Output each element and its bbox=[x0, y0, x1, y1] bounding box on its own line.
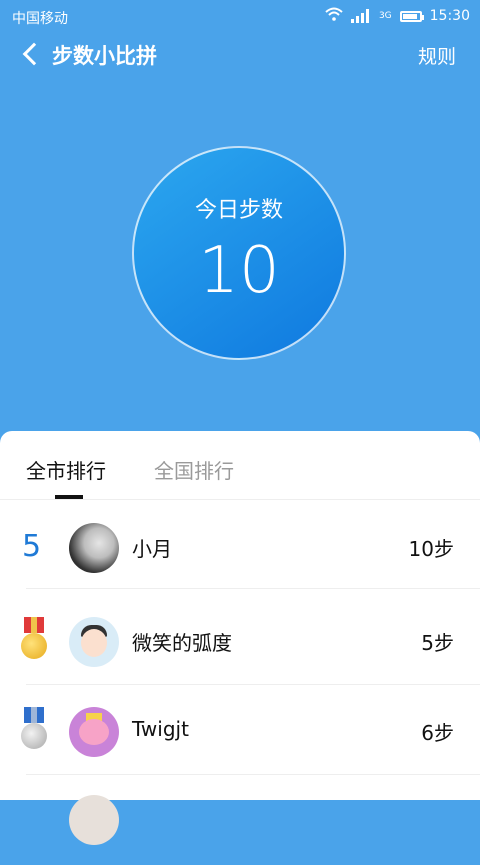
user-name: 微笑的弧度 bbox=[132, 631, 232, 655]
list-item[interactable] bbox=[0, 775, 480, 865]
tab-city-ranking[interactable]: 全市排行 bbox=[26, 455, 106, 484]
battery-icon bbox=[399, 10, 424, 22]
back-arrow-icon[interactable] bbox=[18, 38, 48, 68]
avatar bbox=[69, 523, 119, 573]
status-bar: 中国移动 3G 15:30 bbox=[0, 0, 480, 34]
gold-medal-icon bbox=[20, 617, 48, 663]
avatar bbox=[69, 795, 119, 845]
status-icons: 3G 15:30 bbox=[325, 7, 470, 25]
signal-icon bbox=[350, 9, 369, 23]
today-steps-circle: 今日步数 10 bbox=[132, 146, 346, 360]
wifi-icon bbox=[325, 7, 343, 25]
step-count: 6步 bbox=[421, 721, 454, 745]
ranking-tabs: 全市排行 全国排行 bbox=[0, 431, 480, 500]
carrier-name: 中国移动 bbox=[12, 11, 68, 27]
avatar bbox=[69, 617, 119, 667]
user-name: Twigjt bbox=[132, 717, 189, 741]
clock: 15:30 bbox=[429, 8, 470, 24]
today-steps-value: 10 bbox=[198, 234, 280, 308]
today-steps-label: 今日步数 bbox=[194, 198, 283, 223]
list-item[interactable]: Twigjt 6步 bbox=[0, 685, 480, 775]
step-count: 10步 bbox=[408, 537, 454, 561]
page-title: 步数小比拼 bbox=[52, 44, 157, 68]
tab-national-ranking[interactable]: 全国排行 bbox=[154, 455, 234, 484]
ranking-card: 全市排行 全国排行 5 小月 10步 微笑的弧度 5步 Twigjt 6步 bbox=[0, 431, 480, 845]
silver-medal-icon bbox=[20, 707, 48, 753]
rank-number: 5 bbox=[22, 529, 42, 564]
divider bbox=[26, 588, 480, 589]
step-count: 5步 bbox=[421, 631, 454, 655]
network-type: 3G bbox=[378, 11, 392, 21]
rules-link[interactable]: 规则 bbox=[418, 42, 456, 69]
app-header: 步数小比拼 规则 bbox=[0, 34, 480, 74]
avatar bbox=[69, 707, 119, 757]
user-name: 小月 bbox=[132, 537, 172, 561]
list-item[interactable]: 微笑的弧度 5步 bbox=[0, 595, 480, 685]
list-item[interactable]: 5 小月 10步 bbox=[0, 499, 480, 589]
